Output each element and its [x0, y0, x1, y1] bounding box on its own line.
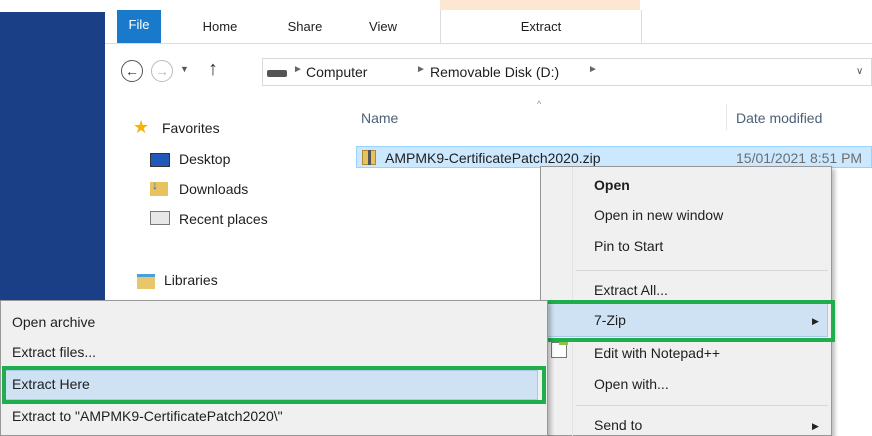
submenu-item-extract-files[interactable]: Extract files... — [12, 344, 96, 360]
libraries-icon — [137, 274, 155, 289]
file-date-modified: 15/01/2021 8:51 PM — [736, 150, 863, 166]
extract-contextual-group — [440, 0, 640, 10]
star-icon: ★ — [133, 117, 150, 137]
forward-arrow-icon: → — [155, 63, 169, 79]
sevenzip-callout-box — [541, 300, 835, 342]
tab-share[interactable]: Share — [275, 10, 335, 43]
recent-locations-chevron-icon[interactable]: ▼ — [180, 64, 189, 74]
breadcrumb-removable-disk[interactable]: Removable Disk (D:) — [430, 64, 559, 80]
nav-downloads[interactable]: Downloads — [179, 181, 248, 197]
submenu-item-extract-to-folder[interactable]: Extract to "AMPMK9-CertificatePatch2020\… — [12, 408, 283, 424]
menu-item-open-with[interactable]: Open with... — [594, 376, 669, 392]
menu-item-open-new-window[interactable]: Open in new window — [594, 207, 723, 223]
back-button[interactable]: ← — [121, 60, 143, 82]
drive-icon — [267, 70, 287, 77]
breadcrumb-separator-icon: ► — [416, 64, 426, 75]
breadcrumb-separator-icon: ► — [588, 64, 598, 75]
column-name-header[interactable]: Name — [361, 110, 398, 126]
up-button[interactable]: ↑ — [208, 58, 218, 81]
tab-view[interactable]: View — [358, 10, 408, 43]
sort-ascending-icon: ^ — [537, 99, 542, 109]
menu-item-open[interactable]: Open — [594, 177, 630, 193]
menu-item-edit-notepad-plus[interactable]: Edit with Notepad++ — [594, 345, 720, 361]
nav-libraries[interactable]: Libraries — [164, 272, 218, 288]
nav-desktop[interactable]: Desktop — [179, 151, 230, 167]
desktop-top-edge — [0, 0, 105, 12]
recent-places-icon — [150, 211, 170, 225]
up-arrow-icon: ↑ — [208, 58, 218, 80]
address-dropdown-chevron-icon[interactable]: ∨ — [856, 66, 863, 77]
nav-recent-places[interactable]: Recent places — [179, 211, 268, 227]
breadcrumb-separator-icon: ► — [293, 64, 303, 75]
menu-item-send-to[interactable]: Send to — [594, 417, 642, 433]
breadcrumb-computer[interactable]: Computer — [306, 64, 367, 80]
zip-file-zipper — [368, 150, 371, 165]
download-arrow-icon: ↓ — [152, 178, 158, 192]
extract-here-callout-box — [2, 366, 546, 404]
column-divider — [726, 104, 727, 130]
menu-separator — [576, 270, 828, 271]
forward-button[interactable]: → — [151, 60, 173, 82]
back-arrow-icon: ← — [125, 63, 139, 79]
menu-separator — [576, 405, 828, 406]
menu-item-pin-to-start[interactable]: Pin to Start — [594, 238, 663, 254]
nav-favorites[interactable]: Favorites — [162, 120, 220, 136]
tab-home[interactable]: Home — [190, 10, 250, 43]
submenu-arrow-icon: ▶ — [812, 421, 819, 431]
tab-extract[interactable]: Extract — [440, 10, 642, 43]
submenu-item-open-archive[interactable]: Open archive — [12, 314, 95, 330]
column-date-header[interactable]: Date modified — [736, 110, 822, 126]
file-name: AMPMK9-CertificatePatch2020.zip — [385, 150, 601, 166]
tab-file[interactable]: File — [117, 10, 161, 43]
desktop-folder-icon — [150, 153, 170, 167]
menu-item-extract-all[interactable]: Extract All... — [594, 282, 668, 298]
